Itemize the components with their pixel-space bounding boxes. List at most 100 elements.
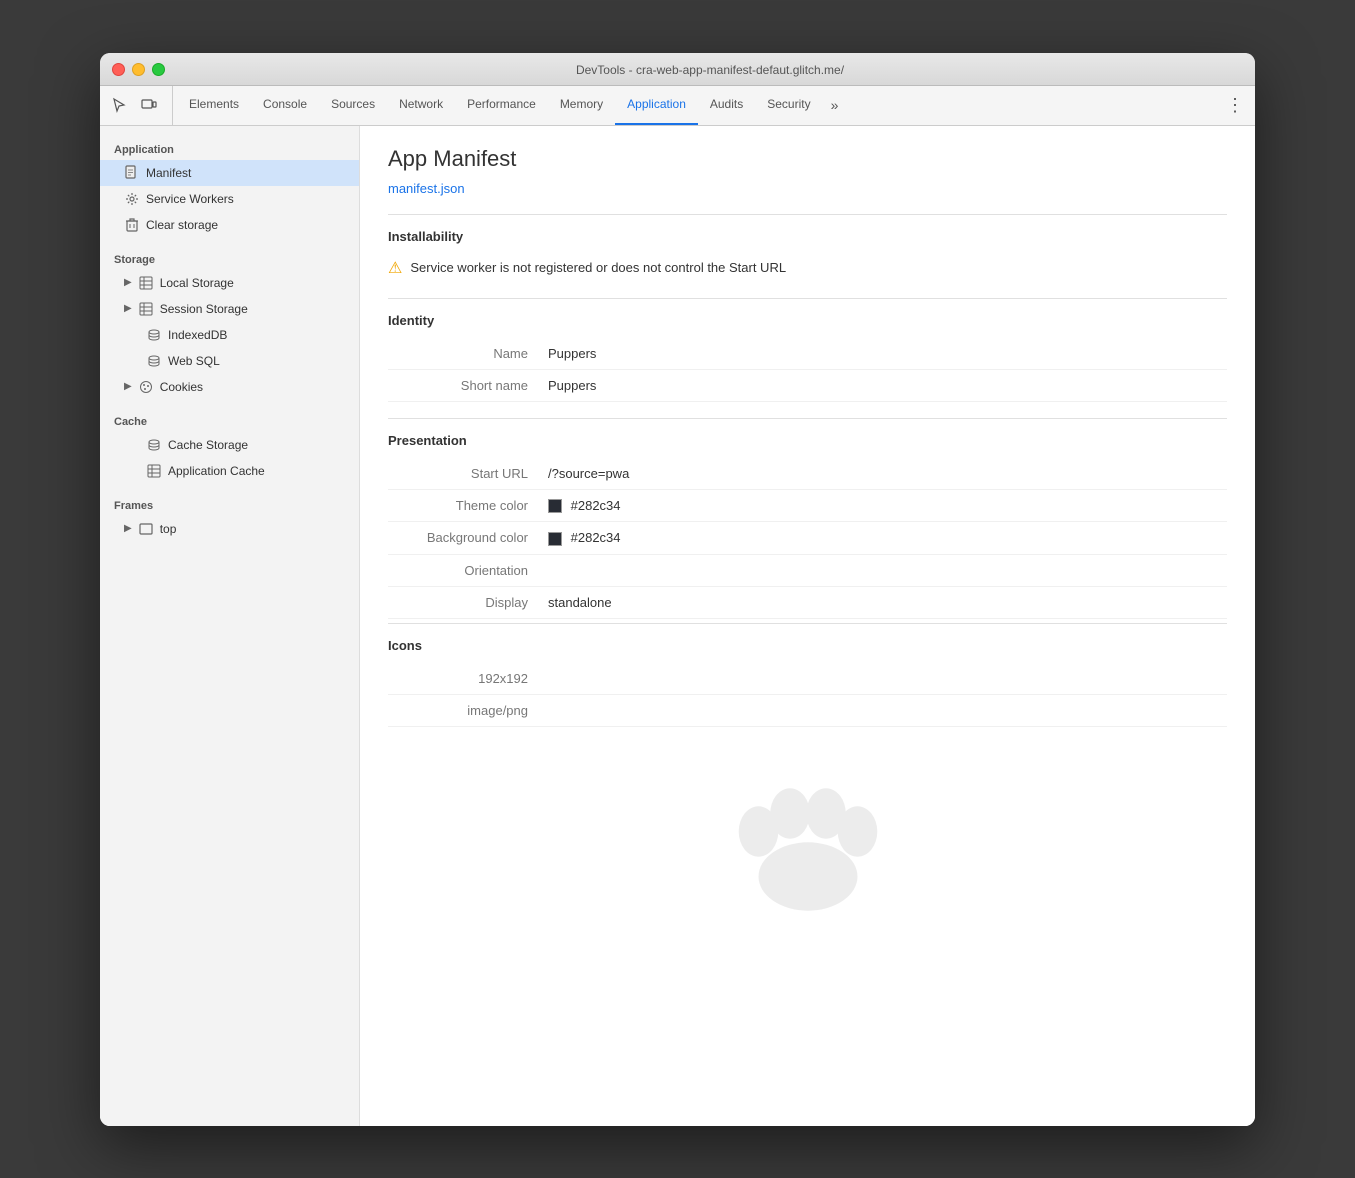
name-label: Name xyxy=(388,346,548,361)
sidebar-section-cache: Cache xyxy=(100,408,359,432)
toolbar-icons xyxy=(108,86,173,125)
devtools-toolbar: Elements Console Sources Network Perform… xyxy=(100,86,1255,126)
presentation-section: Presentation Start URL /?source=pwa Them… xyxy=(388,418,1227,619)
sidebar-item-cookies[interactable]: ▶ Cookies xyxy=(100,374,359,400)
sidebar-item-manifest[interactable]: Manifest xyxy=(100,160,359,186)
installability-warning: ⚠ Service worker is not registered or do… xyxy=(388,254,1227,282)
bg-color-value: #282c34 xyxy=(548,530,621,546)
chevron-right-icon-4: ▶ xyxy=(124,523,132,534)
start-url-value[interactable]: /?source=pwa xyxy=(548,466,629,481)
sidebar-section-application: Application xyxy=(100,136,359,160)
installability-title: Installability xyxy=(388,229,1227,244)
gear-icon xyxy=(124,191,140,207)
device-icon[interactable] xyxy=(138,94,160,116)
start-url-label: Start URL xyxy=(388,466,548,481)
sidebar-item-session-storage-label: Session Storage xyxy=(160,302,248,316)
page-title: App Manifest xyxy=(388,146,1227,172)
cursor-icon[interactable] xyxy=(108,94,130,116)
installability-warning-text: Service worker is not registered or does… xyxy=(410,260,786,275)
traffic-lights xyxy=(112,63,165,76)
icon-type-label: image/png xyxy=(388,703,548,718)
tab-network[interactable]: Network xyxy=(387,86,455,125)
bg-color-swatch xyxy=(548,532,562,546)
frame-icon xyxy=(138,521,154,537)
theme-color-row: Theme color #282c34 xyxy=(388,490,1227,523)
warning-icon: ⚠ xyxy=(388,258,402,278)
tab-console[interactable]: Console xyxy=(251,86,319,125)
tab-memory[interactable]: Memory xyxy=(548,86,615,125)
theme-color-value: #282c34 xyxy=(548,498,621,514)
display-value: standalone xyxy=(548,595,612,610)
sidebar-item-cookies-label: Cookies xyxy=(160,380,203,394)
tabs-bar: Elements Console Sources Network Perform… xyxy=(177,86,1223,125)
web-sql-icon xyxy=(146,353,162,369)
main-layout: Application Manifest xyxy=(100,126,1255,1126)
sidebar-item-manifest-label: Manifest xyxy=(146,166,191,180)
indexeddb-icon xyxy=(146,327,162,343)
title-bar: DevTools - cra-web-app-manifest-defaut.g… xyxy=(100,53,1255,86)
window-title: DevTools - cra-web-app-manifest-defaut.g… xyxy=(177,63,1243,77)
app-cache-icon xyxy=(146,463,162,479)
sidebar-item-web-sql-label: Web SQL xyxy=(168,354,220,368)
sidebar-section-storage: Storage xyxy=(100,246,359,270)
sidebar-item-clear-storage[interactable]: Clear storage xyxy=(100,212,359,238)
installability-section: Installability ⚠ Service worker is not r… xyxy=(388,214,1227,282)
devtools-window: DevTools - cra-web-app-manifest-defaut.g… xyxy=(100,53,1255,1126)
icon-type-row: image/png xyxy=(388,695,1227,727)
tab-security[interactable]: Security xyxy=(755,86,822,125)
sidebar-item-session-storage[interactable]: ▶ Session Storage xyxy=(100,296,359,322)
name-row: Name Puppers xyxy=(388,338,1227,370)
sidebar-item-indexeddb[interactable]: IndexedDB xyxy=(100,322,359,348)
session-storage-icon xyxy=(138,301,154,317)
tab-performance[interactable]: Performance xyxy=(455,86,548,125)
paw-icon xyxy=(718,737,898,917)
chevron-right-icon-3: ▶ xyxy=(124,381,132,392)
sidebar-section-frames: Frames xyxy=(100,492,359,516)
chevron-right-icon-2: ▶ xyxy=(124,303,132,314)
sidebar-item-web-sql[interactable]: Web SQL xyxy=(100,348,359,374)
tab-elements[interactable]: Elements xyxy=(177,86,251,125)
presentation-title: Presentation xyxy=(388,433,1227,448)
sidebar: Application Manifest xyxy=(100,126,360,1126)
sidebar-item-cache-storage-label: Cache Storage xyxy=(168,438,248,452)
close-button[interactable] xyxy=(112,63,125,76)
paw-icon-container xyxy=(388,737,1227,917)
bg-color-row: Background color #282c34 xyxy=(388,522,1227,555)
manifest-link[interactable]: manifest.json xyxy=(388,181,465,196)
trash-icon xyxy=(124,217,140,233)
identity-section: Identity Name Puppers Short name Puppers xyxy=(388,298,1227,402)
theme-color-swatch xyxy=(548,499,562,513)
sidebar-item-local-storage-label: Local Storage xyxy=(160,276,234,290)
orientation-row: Orientation xyxy=(388,555,1227,587)
sidebar-item-service-workers-label: Service Workers xyxy=(146,192,234,206)
cookies-icon xyxy=(138,379,154,395)
sidebar-item-cache-storage[interactable]: Cache Storage xyxy=(100,432,359,458)
tab-application[interactable]: Application xyxy=(615,86,698,125)
icon-size-row: 192x192 xyxy=(388,663,1227,695)
icons-title: Icons xyxy=(388,638,1227,653)
sidebar-item-top-label: top xyxy=(160,522,177,536)
devtools-menu-button[interactable]: ⋮ xyxy=(1223,86,1247,125)
content-area: App Manifest manifest.json Installabilit… xyxy=(360,126,1255,1126)
local-storage-icon xyxy=(138,275,154,291)
identity-title: Identity xyxy=(388,313,1227,328)
display-label: Display xyxy=(388,595,548,610)
sidebar-item-clear-storage-label: Clear storage xyxy=(146,218,218,232)
orientation-label: Orientation xyxy=(388,563,548,578)
maximize-button[interactable] xyxy=(152,63,165,76)
short-name-label: Short name xyxy=(388,378,548,393)
icon-size-label: 192x192 xyxy=(388,671,548,686)
sidebar-item-service-workers[interactable]: Service Workers xyxy=(100,186,359,212)
tab-sources[interactable]: Sources xyxy=(319,86,387,125)
more-tabs-button[interactable]: » xyxy=(823,86,847,125)
sidebar-item-application-cache[interactable]: Application Cache xyxy=(100,458,359,484)
short-name-row: Short name Puppers xyxy=(388,370,1227,402)
sidebar-item-top[interactable]: ▶ top xyxy=(100,516,359,542)
start-url-row: Start URL /?source=pwa xyxy=(388,458,1227,490)
sidebar-item-application-cache-label: Application Cache xyxy=(168,464,265,478)
name-value: Puppers xyxy=(548,346,596,361)
tab-audits[interactable]: Audits xyxy=(698,86,755,125)
bg-color-label: Background color xyxy=(388,530,548,545)
sidebar-item-local-storage[interactable]: ▶ Local Storage xyxy=(100,270,359,296)
minimize-button[interactable] xyxy=(132,63,145,76)
